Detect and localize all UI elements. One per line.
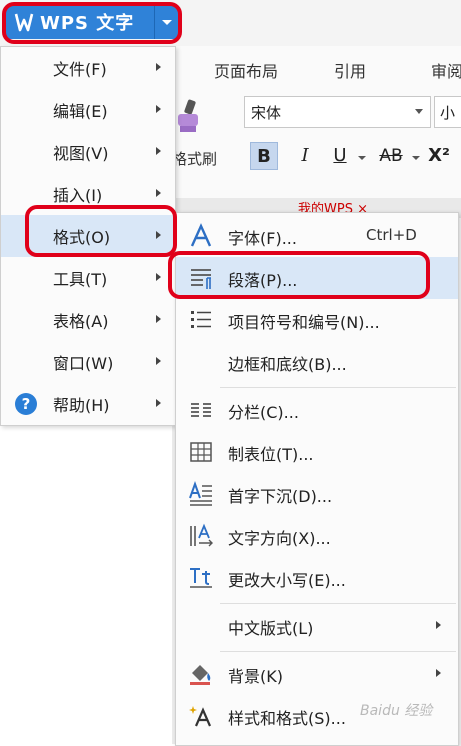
menu-item-tools[interactable]: 工具(T) <box>1 257 175 299</box>
chevron-right-icon <box>156 357 161 365</box>
menu-item-file[interactable]: 文件(F) <box>1 47 175 89</box>
change-case-icon <box>190 568 212 588</box>
text-direction-icon <box>190 523 213 547</box>
tab-references[interactable]: 引用 <box>334 58 366 82</box>
chevron-right-icon <box>156 315 161 323</box>
submenu-item-label: 更改大小写(E)... <box>228 571 346 590</box>
highlight-paragraph-item <box>168 251 430 299</box>
font-size-value: 小 <box>440 104 456 122</box>
bold-button[interactable]: B <box>250 142 278 170</box>
submenu-item-label: 中文版式(L) <box>228 619 314 638</box>
submenu-item-borders-shading[interactable]: 边框和底纹(B)... <box>176 341 458 383</box>
menu-item-label: 插入(I) <box>53 186 103 205</box>
submenu-item-text-direction[interactable]: 文字方向(X)... <box>176 515 458 557</box>
chevron-down-icon <box>415 109 423 114</box>
columns-icon <box>191 403 211 417</box>
chevron-right-icon <box>436 621 441 629</box>
chevron-right-icon <box>156 399 161 407</box>
menu-item-help[interactable]: ? 帮助(H) <box>1 383 175 425</box>
font-name-select[interactable]: 宋体 <box>244 96 431 128</box>
menu-separator <box>220 387 456 388</box>
format-painter-label: 格式刷 <box>172 150 218 168</box>
highlight-app-menu <box>2 2 182 44</box>
submenu-item-tab-stops[interactable]: 制表位(T)... <box>176 431 458 473</box>
chevron-down-icon[interactable] <box>412 156 420 160</box>
styles-icon <box>189 706 212 727</box>
submenu-item-label: 字体(F)... <box>228 229 297 248</box>
menu-item-label: 文件(F) <box>53 60 107 79</box>
font-icon <box>190 223 212 247</box>
menu-separator <box>220 651 456 652</box>
menu-item-window[interactable]: 窗口(W) <box>1 341 175 383</box>
italic-button[interactable]: I <box>292 142 318 170</box>
submenu-item-change-case[interactable]: 更改大小写(E)... <box>176 557 458 599</box>
submenu-item-label: 分栏(C)... <box>228 403 299 422</box>
submenu-item-label: 首字下沉(D)... <box>228 487 333 506</box>
font-name-value: 宋体 <box>251 104 282 122</box>
tab-review[interactable]: 审阅 <box>431 58 461 82</box>
submenu-item-background[interactable]: 背景(K) <box>176 653 458 695</box>
shortcut-label: Ctrl+D <box>366 226 417 244</box>
highlight-format-item <box>25 205 177 257</box>
chevron-right-icon <box>156 189 161 197</box>
submenu-item-chinese-layout[interactable]: 中文版式(L) <box>176 605 458 647</box>
menu-item-view[interactable]: 视图(V) <box>1 131 175 173</box>
bullet-list-icon <box>191 311 211 328</box>
submenu-item-label: 样式和格式(S)... <box>228 709 346 728</box>
submenu-item-label: 项目符号和编号(N)... <box>228 313 380 332</box>
menu-item-label: 表格(A) <box>53 312 109 331</box>
menu-item-label: 编辑(E) <box>53 102 108 121</box>
submenu-item-label: 边框和底纹(B)... <box>228 355 347 374</box>
menu-item-table[interactable]: 表格(A) <box>1 299 175 341</box>
submenu-item-label: 制表位(T)... <box>228 445 314 464</box>
chevron-right-icon <box>156 63 161 71</box>
font-size-select[interactable]: 小 <box>434 96 461 128</box>
chevron-right-icon <box>156 105 161 113</box>
chevron-down-icon[interactable] <box>358 156 366 160</box>
menu-item-label: 帮助(H) <box>53 396 110 415</box>
chevron-right-icon <box>156 147 161 155</box>
menu-item-label: 窗口(W) <box>53 354 114 373</box>
menu-item-label: 工具(T) <box>53 270 108 289</box>
help-icon: ? <box>15 393 37 415</box>
chevron-right-icon <box>436 669 441 677</box>
watermark: Baidu 经验 <box>360 703 433 719</box>
submenu-item-label: 文字方向(X)... <box>228 529 331 548</box>
drop-cap-icon <box>189 481 212 506</box>
tab-page-layout[interactable]: 页面布局 <box>214 58 278 82</box>
menu-item-edit[interactable]: 编辑(E) <box>1 89 175 131</box>
strikethrough-button[interactable]: AB <box>372 142 410 170</box>
background-icon <box>190 665 211 685</box>
format-painter-icon[interactable] <box>176 98 206 136</box>
underline-button[interactable]: U <box>328 142 352 170</box>
submenu-item-columns[interactable]: 分栏(C)... <box>176 389 458 431</box>
submenu-item-drop-cap[interactable]: 首字下沉(D)... <box>176 473 458 515</box>
menu-item-label: 视图(V) <box>53 144 109 163</box>
chevron-right-icon <box>156 273 161 281</box>
superscript-button[interactable]: X² <box>424 142 454 170</box>
menu-separator <box>220 603 456 604</box>
submenu-item-bullets-numbering[interactable]: 项目符号和编号(N)... <box>176 299 458 341</box>
submenu-item-label: 背景(K) <box>228 667 283 686</box>
tab-stops-icon <box>190 442 212 462</box>
